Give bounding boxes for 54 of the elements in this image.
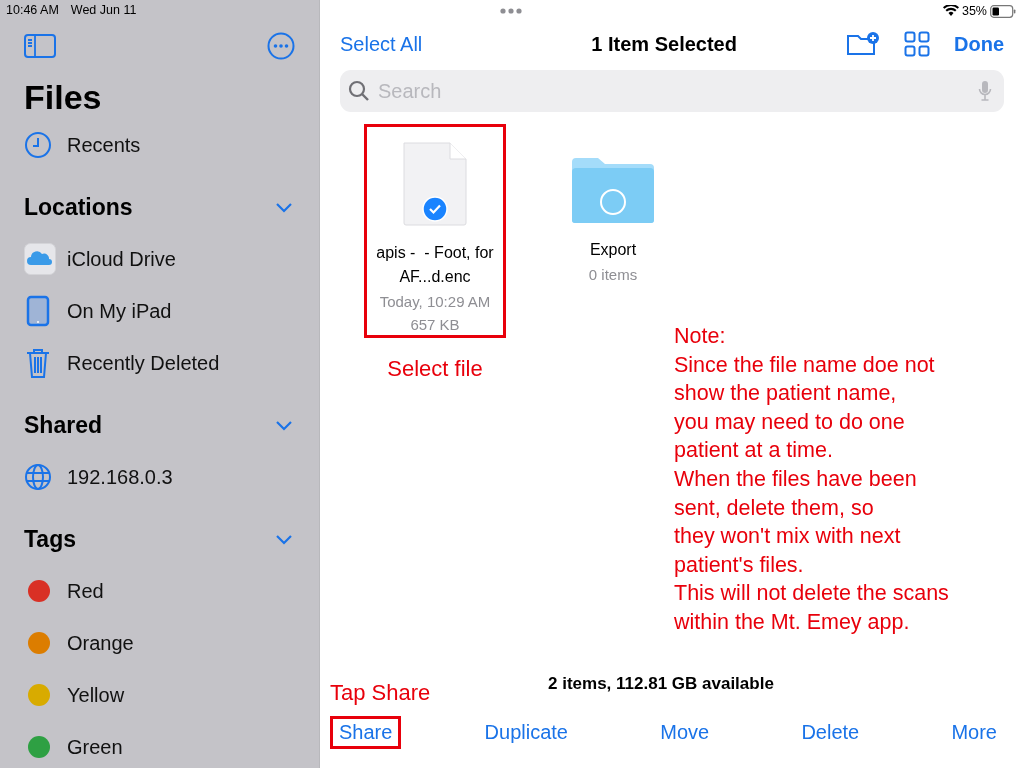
status-date: Wed Jun 11 bbox=[70, 3, 137, 19]
chevron-icon[interactable] bbox=[275, 533, 293, 545]
section-heading: Shared bbox=[24, 411, 102, 439]
annotation-label: Tap Share bbox=[330, 680, 431, 706]
sidebar-item[interactable]: Red bbox=[24, 565, 295, 617]
select-all-button[interactable]: Select All bbox=[340, 32, 423, 56]
chevron-icon[interactable] bbox=[275, 419, 293, 431]
toolbar-button[interactable]: Duplicate bbox=[475, 715, 577, 749]
file-size: 657 KB bbox=[410, 315, 460, 335]
sidebar-item[interactable]: Green bbox=[24, 721, 295, 768]
file-name: apis - - Foot, for AF...d.enc bbox=[375, 243, 495, 287]
sidebar-item[interactable]: Yellow bbox=[24, 669, 295, 721]
status-time: 10:46 AM bbox=[6, 3, 59, 19]
cloud-icon bbox=[24, 243, 56, 275]
sidebar-item[interactable]: Recently Deleted bbox=[24, 337, 295, 389]
selection-circle-icon[interactable] bbox=[599, 188, 627, 216]
section-heading: Locations bbox=[24, 193, 133, 221]
battery-icon bbox=[990, 4, 1016, 18]
clock-icon bbox=[24, 131, 52, 159]
item-count: 0 items bbox=[588, 265, 638, 285]
trash-icon bbox=[24, 347, 52, 379]
sidebar-item[interactable]: 192.168.0.3 bbox=[24, 451, 295, 503]
document-icon bbox=[402, 141, 468, 227]
more-icon[interactable] bbox=[267, 32, 295, 60]
grid-view-icon[interactable] bbox=[904, 31, 930, 57]
wifi-icon bbox=[942, 5, 959, 17]
search-icon bbox=[348, 80, 370, 102]
annotation-label: Select file bbox=[387, 356, 483, 382]
toolbar-button[interactable]: Share bbox=[330, 715, 402, 749]
multitasking-dots-icon bbox=[500, 8, 522, 14]
toolbar-button[interactable]: Move bbox=[651, 715, 719, 749]
sidebar-item[interactable]: On My iPad bbox=[24, 285, 295, 337]
chevron-icon[interactable] bbox=[275, 201, 293, 213]
file-tile[interactable]: Export 0 items bbox=[542, 124, 684, 285]
microphone-icon bbox=[978, 80, 992, 102]
section-heading: Tags bbox=[24, 525, 76, 553]
sidebar-toggle-icon[interactable] bbox=[24, 34, 56, 58]
sidebar-item[interactable]: iCloud Drive bbox=[24, 233, 295, 285]
toolbar-button[interactable]: More bbox=[942, 715, 1006, 749]
sidebar-item[interactable]: Recents bbox=[24, 119, 295, 171]
checkmark-icon[interactable] bbox=[421, 195, 449, 223]
sidebar-title: Files bbox=[24, 77, 103, 118]
done-button[interactable]: Done bbox=[954, 32, 1004, 56]
battery-percent: 35% bbox=[961, 4, 987, 18]
sidebar-item[interactable]: Orange bbox=[24, 617, 295, 669]
file-name: Export bbox=[588, 240, 638, 260]
toolbar-title: 1 Item Selected bbox=[590, 32, 738, 56]
file-date: Today, 10:29 AM bbox=[379, 292, 491, 312]
toolbar-button[interactable]: Delete bbox=[792, 715, 869, 749]
new-folder-icon[interactable] bbox=[846, 31, 880, 57]
storage-info: 2 items, 112.81 GB available bbox=[548, 674, 774, 694]
tablet-icon bbox=[24, 295, 52, 327]
globe-icon bbox=[24, 463, 52, 491]
annotation-note: Note: Since the file name doe not show the patient name, you may need to do one patient at a time. When the files have been sent, delete them, so they won't mix with next patient's files. This will not delete the scans within the Mt. Emey app. bbox=[674, 323, 949, 636]
